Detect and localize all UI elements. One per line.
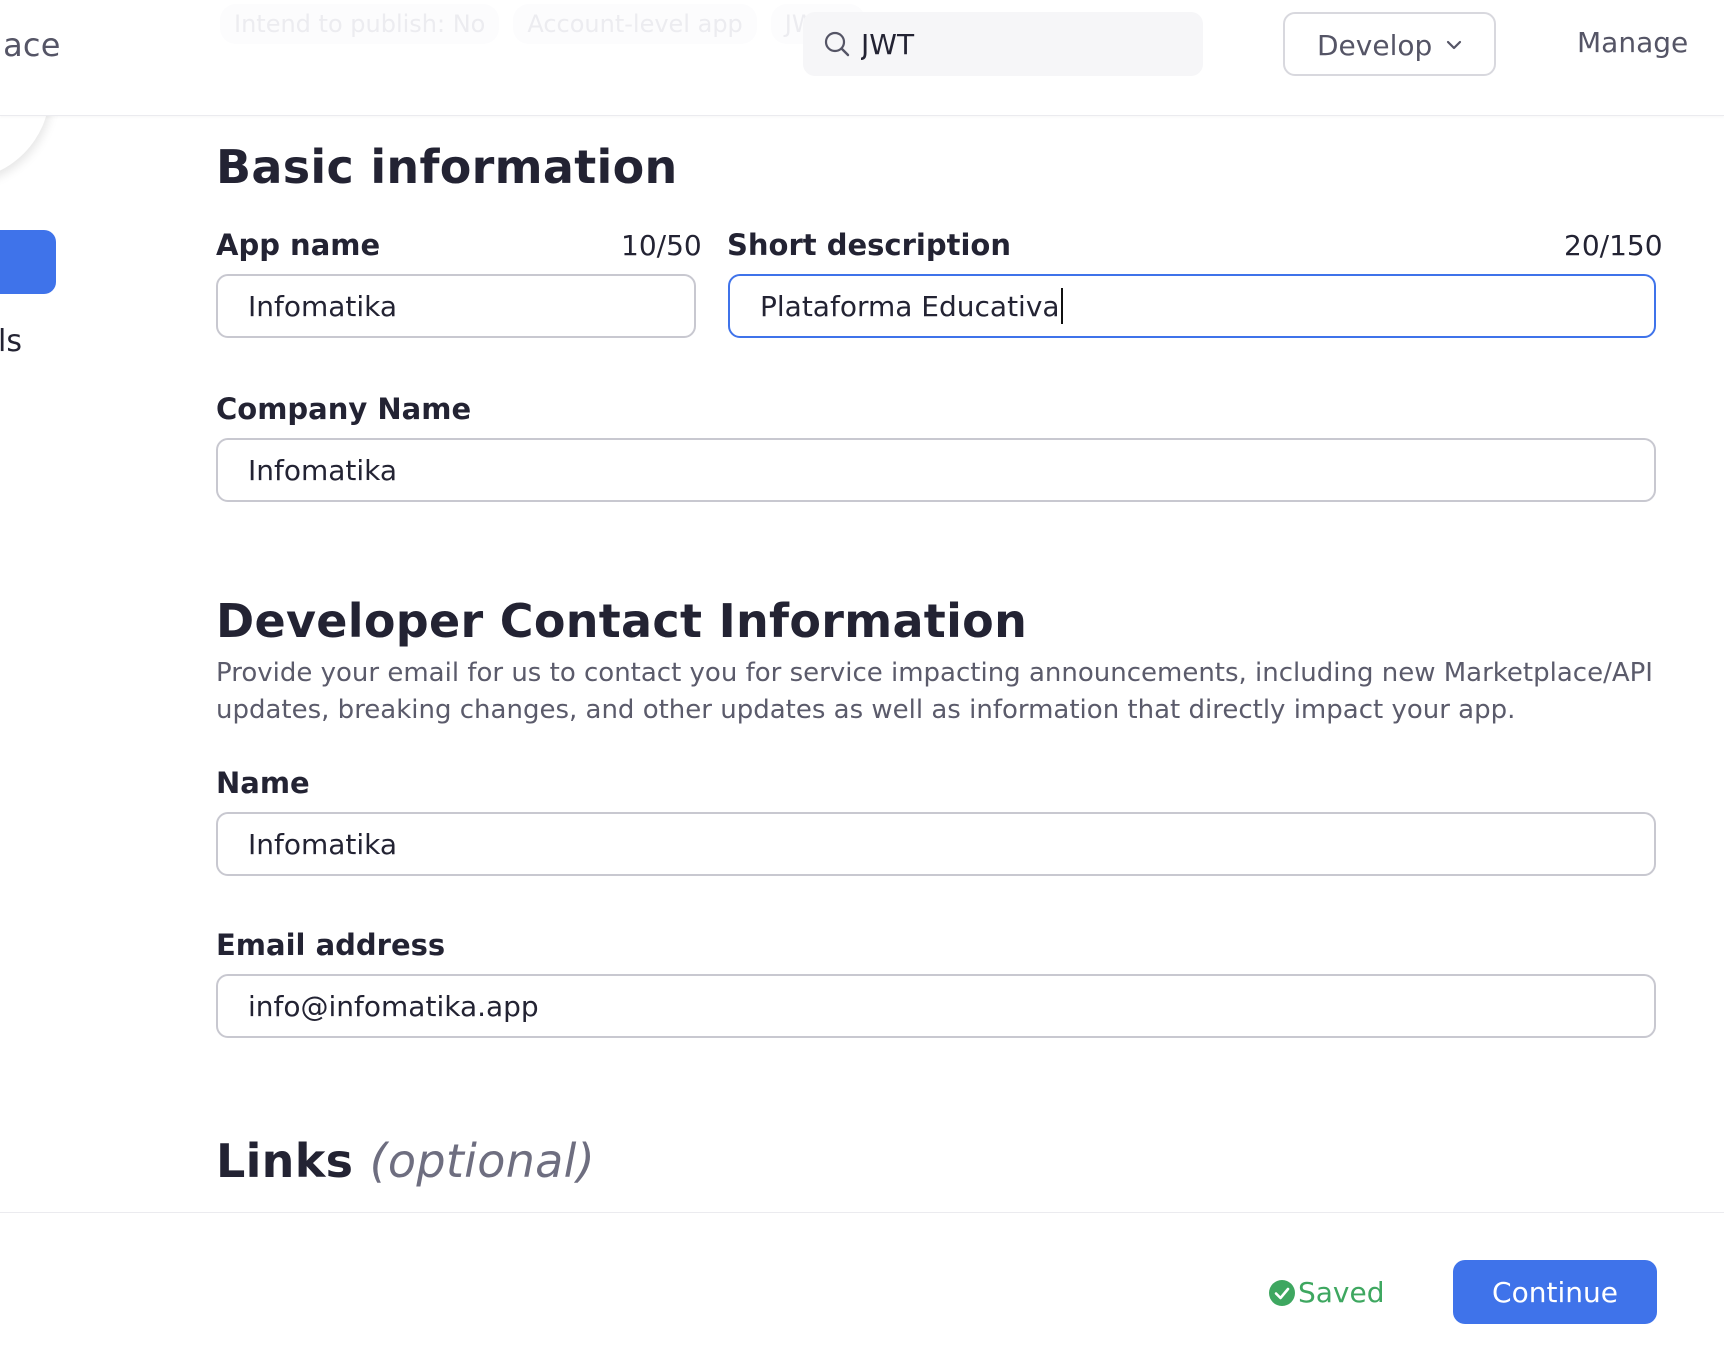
chevron-down-icon (1446, 40, 1462, 50)
developer-contact-description: Provide your email for us to contact you… (216, 658, 1653, 725)
short-description-label: Short description (727, 228, 1011, 262)
saved-status: Saved (1268, 1276, 1385, 1309)
develop-label: Develop (1317, 29, 1433, 62)
links-title: Links (216, 1134, 354, 1188)
continue-button[interactable]: Continue (1453, 1260, 1657, 1324)
top-navbar: lace Intend to publish: No Account-level… (0, 0, 1724, 116)
search-icon (824, 31, 850, 57)
app-name-label: App name (216, 228, 381, 262)
basic-info-heading: Basic information (216, 140, 678, 194)
short-description-value: Plataforma Educativa (760, 289, 1060, 323)
short-description-counter: 20/150 (1564, 229, 1663, 262)
app-name-input[interactable]: Infomatika (216, 274, 696, 338)
short-description-input[interactable]: Plataforma Educativa (728, 274, 1656, 338)
sidebar-item-label[interactable]: ls (0, 324, 22, 359)
company-name-input[interactable]: Infomatika (216, 438, 1656, 502)
developer-contact-heading: Developer Contact Information (216, 594, 1028, 648)
company-name-label: Company Name (216, 392, 472, 426)
email-value: info@infomatika.app (248, 989, 539, 1023)
name-input[interactable]: Infomatika (216, 812, 1656, 876)
text-caret (1060, 288, 1063, 324)
links-heading: Links (optional) (216, 1134, 595, 1188)
develop-dropdown[interactable]: Develop (1283, 12, 1496, 76)
links-optional: (optional) (369, 1134, 595, 1188)
brand-title[interactable]: lace (0, 26, 61, 64)
footer-bar: Saved Continue (0, 1212, 1724, 1358)
name-label: Name (216, 766, 310, 800)
check-circle-icon (1269, 1279, 1295, 1306)
search-input[interactable] (861, 26, 1181, 62)
sidebar-active-item[interactable] (0, 230, 56, 294)
saved-label: Saved (1298, 1276, 1385, 1309)
app-name-counter: 10/50 (621, 229, 702, 262)
app-name-value: Infomatika (248, 289, 398, 323)
tag-publish: Intend to publish: No (220, 4, 500, 44)
email-label: Email address (216, 928, 446, 962)
tag-account-level: Account-level app (513, 4, 757, 44)
app-tags: Intend to publish: No Account-level app … (220, 4, 866, 44)
name-value: Infomatika (248, 827, 398, 861)
search-box[interactable] (803, 12, 1203, 76)
manage-link[interactable]: Manage (1577, 26, 1688, 59)
email-input[interactable]: info@infomatika.app (216, 974, 1656, 1038)
app-root: lace Intend to publish: No Account-level… (0, 0, 1724, 1358)
company-name-value: Infomatika (248, 453, 398, 487)
